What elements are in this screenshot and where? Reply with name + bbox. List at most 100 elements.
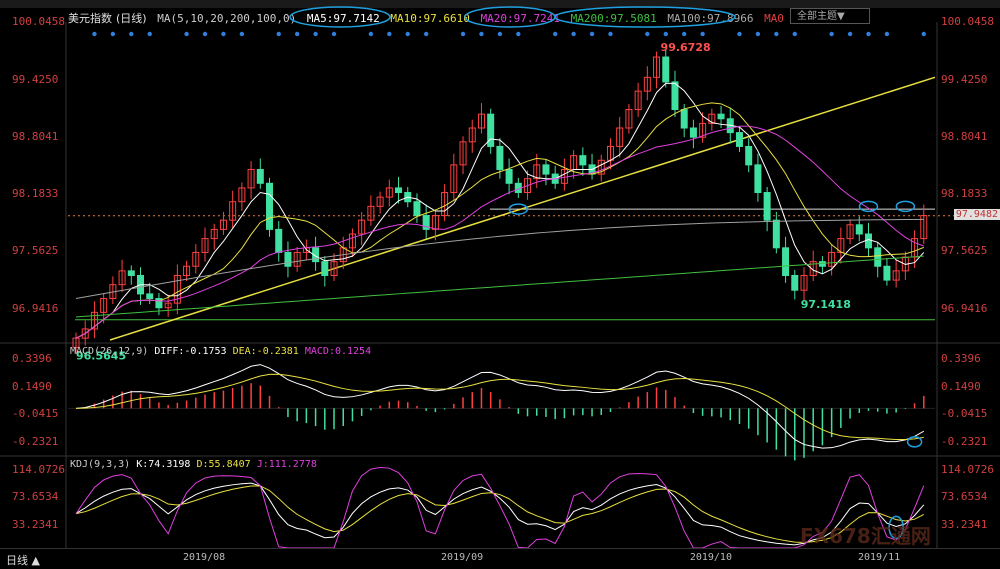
signal-dot <box>184 31 189 37</box>
candle-body <box>680 109 688 129</box>
signal-dot <box>239 31 245 37</box>
price-axis-label: 98.8041 <box>12 129 59 143</box>
candle-body <box>782 247 790 276</box>
timeframe-button[interactable]: 日线 ▲ <box>6 552 40 568</box>
legend-highlight-ma20 <box>464 6 556 28</box>
candle-body <box>874 247 882 267</box>
macd-highlight-circle <box>906 436 923 448</box>
date-axis-label: 2019/11 <box>858 552 901 563</box>
watermark-logo: FX678汇通网 <box>800 524 931 548</box>
signal-dot <box>700 31 705 37</box>
macd-axis-label: -0.0415 <box>12 407 59 421</box>
price-axis-label: 96.9416 <box>941 301 988 315</box>
macd-dea: DEA:-0.2381 <box>232 346 299 357</box>
candle-body <box>284 251 292 267</box>
signal-dot <box>847 31 853 37</box>
macd-axis-label: -0.2321 <box>941 435 988 449</box>
kdj-j-line <box>75 466 925 549</box>
signal-dot <box>423 31 429 37</box>
candle-body <box>772 219 780 249</box>
price-axis-label: 100.0458 <box>12 15 65 29</box>
candle-body <box>127 270 135 276</box>
kdj-legend: KDJ(9,3,3) K:74.3198 D:55.8407 J:111.277… <box>70 459 317 470</box>
candle-body <box>662 56 670 83</box>
macd-params: MACD(26,12,9) <box>70 346 149 357</box>
signal-dot <box>755 31 761 37</box>
signal-dot <box>792 31 797 37</box>
signal-dot <box>387 31 392 37</box>
candle-body <box>413 201 421 217</box>
signal-dot <box>884 31 890 37</box>
signal-dot <box>737 31 742 37</box>
price-axis-label: 98.8041 <box>941 129 988 143</box>
macd-value: MACD:0.1254 <box>304 346 372 357</box>
candle-body <box>745 145 753 166</box>
price-axis-label: 97.5625 <box>941 244 988 258</box>
signal-dot <box>866 31 871 37</box>
kdj-d-line <box>75 485 925 543</box>
macd-axis-label: 0.1490 <box>12 379 52 393</box>
candle-body <box>754 164 762 194</box>
last-price-tag: 97.9482 <box>953 208 1000 220</box>
signal-dot <box>608 31 613 37</box>
candle-body <box>791 274 799 291</box>
signal-dot <box>405 31 410 37</box>
signal-dot <box>479 31 484 37</box>
legend-highlight-ma5 <box>289 6 391 28</box>
signal-dot <box>921 31 926 37</box>
price-axis-label: 96.9416 <box>12 301 59 315</box>
signal-dot <box>552 31 558 37</box>
signal-dot <box>276 31 281 37</box>
signal-dot <box>294 31 300 37</box>
candle-body <box>321 261 329 276</box>
chart-canvas[interactable]: 99.672896.564597.1418 <box>0 0 1000 568</box>
kdj-params: KDJ(9,3,3) <box>70 459 131 470</box>
low-mid-label: 97.1418 <box>801 298 851 311</box>
signal-dot <box>589 31 595 37</box>
macd-axis-label: 0.1490 <box>941 379 981 393</box>
price-axis-label: 100.0458 <box>941 15 994 29</box>
highlight-circle <box>858 200 879 213</box>
candle-body <box>266 182 274 230</box>
candle-body <box>256 168 264 184</box>
signal-dot <box>497 31 503 37</box>
macd-legend: MACD(26,12,9) DIFF:-0.1753 DEA:-0.2381 M… <box>70 346 371 357</box>
signal-dot <box>202 31 208 37</box>
signal-dot <box>681 31 687 37</box>
candle-body <box>671 81 679 111</box>
kdj-axis-label: 73.6534 <box>12 490 59 504</box>
signal-dot <box>774 31 779 37</box>
signal-dot <box>313 31 318 37</box>
macd-axis-label: -0.0415 <box>941 407 988 421</box>
price-axis-label: 99.4250 <box>12 72 59 86</box>
highlight-circle <box>895 200 916 213</box>
candle-body <box>395 187 403 194</box>
kdj-d: D:55.8407 <box>196 459 251 470</box>
signal-dot <box>221 31 226 37</box>
macd-diff: DIFF:-0.1753 <box>154 346 227 357</box>
price-axis-label: 98.1833 <box>941 187 988 201</box>
macd-axis-label: 0.3396 <box>941 351 981 365</box>
legend-highlight-ma200-ma100 <box>554 6 736 28</box>
price-axis-label: 98.1833 <box>12 187 59 201</box>
kdj-axis-label: 33.2341 <box>941 518 988 532</box>
signal-dot <box>460 31 466 37</box>
macd-axis-label: -0.2321 <box>12 435 59 449</box>
candle-body <box>505 168 513 184</box>
signal-dot <box>92 31 97 37</box>
date-axis-label: 2019/08 <box>183 552 226 563</box>
signal-dot <box>331 31 337 37</box>
candle-body <box>146 293 154 300</box>
signal-dot <box>110 31 116 37</box>
date-axis-label: 2019/09 <box>441 552 484 563</box>
candle-body <box>864 233 872 249</box>
date-axis <box>0 548 1000 569</box>
date-axis-label: 2019/10 <box>689 552 732 563</box>
kdj-axis-label: 114.0726 <box>12 462 65 476</box>
high-label: 99.6728 <box>661 41 711 54</box>
candle-body <box>883 265 891 281</box>
candle-body <box>735 132 743 147</box>
signal-dot <box>516 31 521 37</box>
signal-dot <box>645 31 650 37</box>
candle-body <box>496 145 504 170</box>
